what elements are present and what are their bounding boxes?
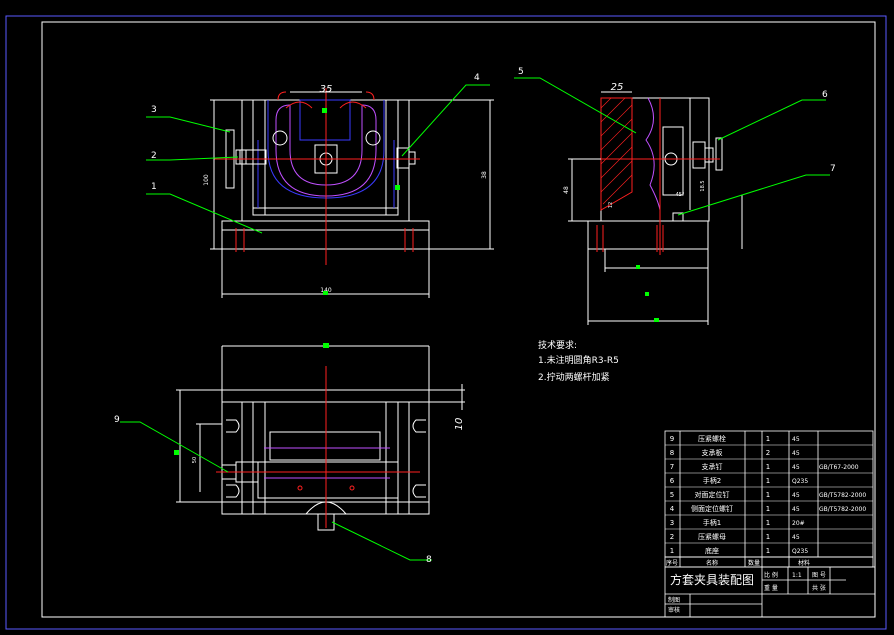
balloon-6: 6 [822, 90, 828, 100]
dim-side-small2: 12 [608, 202, 614, 208]
checker-label: 审核 [668, 606, 680, 614]
side-view [568, 91, 743, 325]
bom-cell-name: 侧面定位螺钉 [691, 504, 733, 513]
balloon-5: 5 [518, 67, 524, 77]
bom-cell-no: 8 [670, 449, 674, 457]
dim-front-height: 100 [203, 174, 210, 186]
balloon-3: 3 [151, 105, 157, 115]
dim-front-right: 38 [481, 171, 488, 179]
drawing-title: 方套夹具装配图 [670, 572, 754, 587]
inner-frame [41, 21, 876, 618]
bom-cell-mat: 45 [792, 464, 800, 471]
bom-cell-name: 支承钉 [702, 462, 723, 471]
bom-cell-mat: Q235 [792, 478, 808, 485]
notes-heading: 技术要求: [538, 339, 577, 351]
bom-cell-qty: 1 [766, 463, 770, 471]
balloon-4: 4 [474, 73, 480, 83]
bom-cell-no: 2 [670, 533, 674, 541]
bom-cell-qty: 1 [766, 519, 770, 527]
front-view [210, 88, 494, 298]
balloon-1: 1 [151, 182, 157, 192]
bom-cell-qty: 2 [766, 449, 770, 457]
bom-cell-mat: 45 [792, 534, 800, 541]
dim-front-top: 35 [320, 84, 333, 95]
scale-value: 1:1 [792, 572, 802, 579]
scale-label: 比 例 [764, 571, 778, 579]
bom-header-name: 名称 [706, 559, 718, 567]
dim-side-angle: 45° [676, 192, 685, 198]
bom-cell-name: 支承板 [702, 448, 723, 457]
dim-side-left: 48 [563, 186, 570, 194]
balloon-9: 9 [114, 415, 120, 425]
bom-cell-name: 手柄1 [703, 518, 721, 527]
bom-cell-std: GB/T67-2000 [819, 464, 859, 471]
bom-cell-std: GB/T5782-2000 [819, 506, 866, 513]
notes-line-1: 1.未注明圆角R3-R5 [538, 354, 619, 366]
balloon-8: 8 [426, 555, 432, 565]
sheet-label: 共 张 [812, 584, 826, 592]
bom-cell-no: 5 [670, 491, 674, 499]
bom-cell-mat: Q235 [792, 548, 808, 555]
bom-cell-name: 压紧螺栓 [698, 434, 726, 443]
bom-cell-no: 3 [670, 519, 674, 527]
assembly-drawing: 35 100 38 140 25 48 18.5 45° 12 10 50 1 … [5, 15, 887, 630]
dim-markers [174, 108, 659, 455]
dim-plan-right: 10 [454, 418, 465, 431]
dim-plan-left: 50 [192, 457, 198, 463]
bom-cell-name: 对面定位钉 [695, 490, 730, 499]
bom-cell-name: 手柄2 [703, 476, 721, 485]
bom-cell-qty: 1 [766, 491, 770, 499]
bom-cell-qty: 1 [766, 505, 770, 513]
bom-cell-mat: 45 [792, 492, 800, 499]
bom-cell-mat: 45 [792, 506, 800, 513]
dim-side-small: 18.5 [700, 180, 706, 191]
bom-cell-mat: 20# [792, 520, 805, 527]
dim-side-top: 25 [611, 82, 624, 93]
bom-cell-name: 压紧螺母 [698, 532, 726, 541]
bom-header-qty: 数量 [748, 559, 760, 567]
bom-cell-mat: 45 [792, 436, 800, 443]
balloon-7: 7 [830, 164, 836, 174]
bom-cell-no: 4 [670, 505, 675, 513]
bom-header-mat: 材料 [798, 559, 810, 567]
bom-cell-qty: 1 [766, 547, 770, 555]
bom-cell-qty: 1 [766, 533, 770, 541]
bom-cell-mat: 45 [792, 450, 800, 457]
bom-cell-std: GB/T5782-2000 [819, 492, 866, 499]
outer-frame [5, 15, 887, 630]
bom-cell-no: 7 [670, 463, 674, 471]
bom-cell-name: 底座 [705, 546, 719, 555]
bom-cell-qty: 1 [766, 435, 770, 443]
weight-label: 重 量 [764, 584, 778, 592]
bom-header-no: 序号 [666, 559, 678, 567]
bom-cell-no: 9 [670, 435, 674, 443]
bom-cell-no: 1 [670, 547, 674, 555]
drawing-no-label: 图 号 [812, 572, 826, 579]
balloon-2: 2 [151, 151, 157, 161]
bom-rows: 9 压紧螺栓 1 458 支承板 2 457 支承钉 1 45 GB/T67-20006 手柄2 1 Q2… [665, 434, 873, 558]
designer-label: 制图 [668, 596, 680, 604]
notes-line-2: 2.拧动两螺杆加紧 [538, 371, 610, 383]
bom-cell-qty: 1 [766, 477, 770, 485]
bom-cell-no: 6 [670, 477, 675, 485]
plan-view [176, 345, 465, 531]
